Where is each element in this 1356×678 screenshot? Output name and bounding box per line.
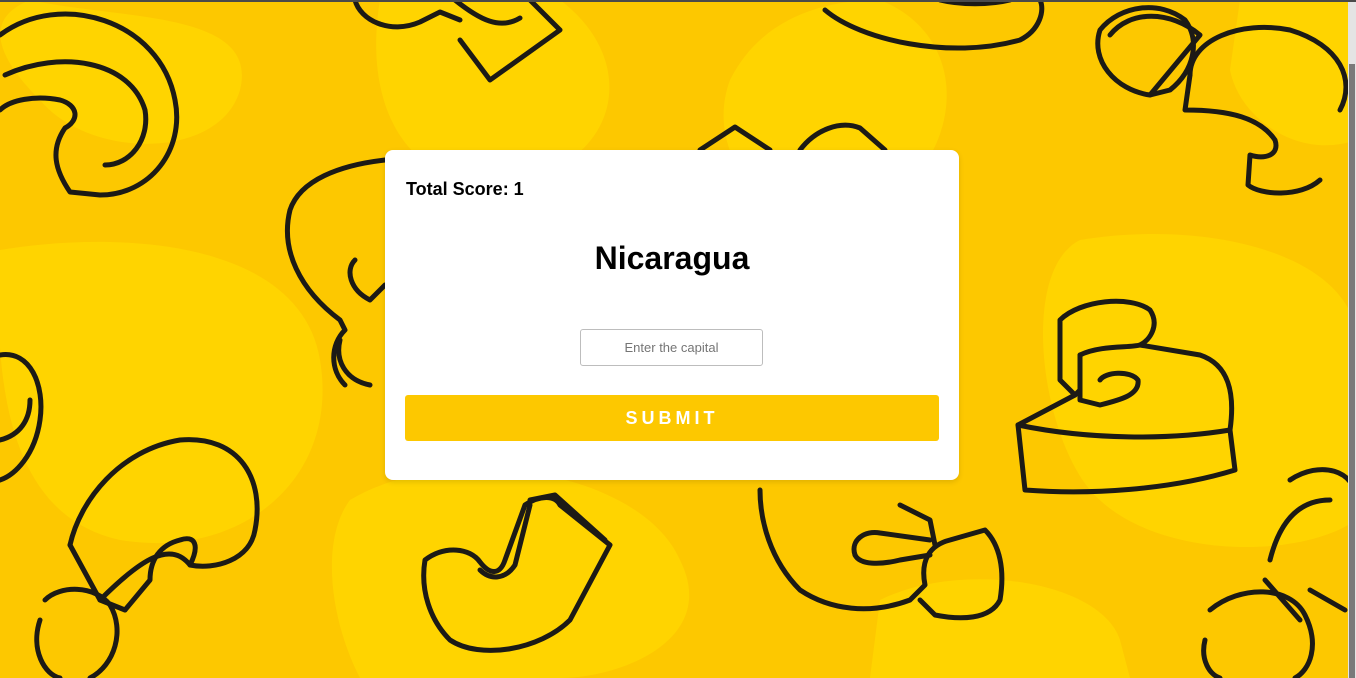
country-name-heading: Nicaragua xyxy=(594,240,750,276)
window-top-border xyxy=(0,0,1356,2)
capital-answer-input[interactable] xyxy=(580,329,763,366)
submit-button[interactable]: SUBMIT xyxy=(405,395,939,441)
quiz-card: Total Score: 1 Nicaragua SUBMIT xyxy=(385,150,959,480)
vertical-scrollbar[interactable] xyxy=(1348,2,1356,678)
scrollbar-thumb[interactable] xyxy=(1349,64,1355,678)
total-score-label: Total Score: 1 xyxy=(406,179,524,199)
